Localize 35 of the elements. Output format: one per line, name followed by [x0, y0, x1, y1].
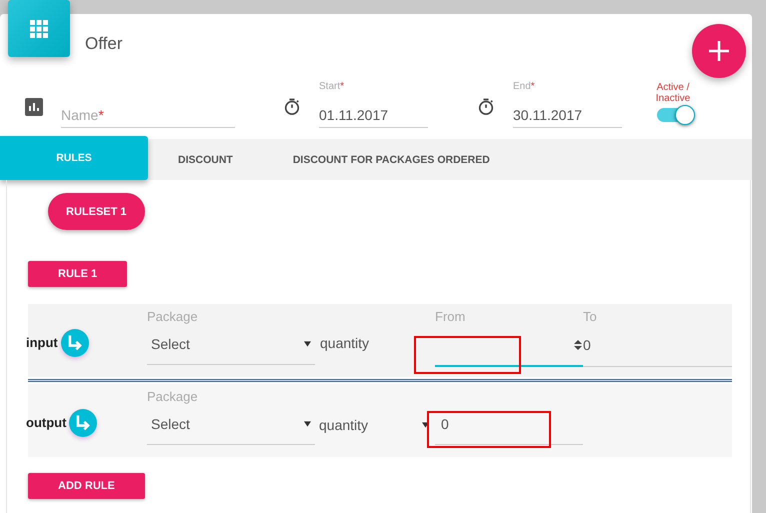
ruleset-button[interactable]: RULESET 1: [48, 193, 145, 230]
stopwatch-icon: [476, 97, 496, 117]
tab[interactable]: DISCOUNT FOR PACKAGES ORDERED: [262, 139, 520, 180]
field-label: End*: [513, 81, 535, 92]
dropdown-caret-icon: [422, 422, 429, 428]
quantity-field[interactable]: 0: [435, 404, 583, 445]
stopwatch-icon: [282, 97, 302, 117]
page-title: Offer: [85, 34, 122, 54]
rule-button[interactable]: RULE 1: [28, 261, 128, 287]
field-label: Package: [147, 389, 199, 404]
row-label: input: [26, 335, 58, 350]
package-select[interactable]: Select: [147, 404, 315, 445]
name-field[interactable]: Name*: [61, 100, 235, 128]
dropdown-caret-icon: [304, 341, 311, 347]
dropdown-caret-icon: [304, 421, 311, 427]
to-field[interactable]: 0: [583, 324, 732, 367]
toggle-label: Active / Inactive: [654, 82, 692, 104]
field-label: Package: [147, 309, 199, 324]
field-label: Start*: [319, 81, 344, 92]
quantity-select[interactable]: quantity: [315, 404, 435, 445]
end-date-field[interactable]: 30.11.2017: [513, 100, 622, 128]
field-label: From: [435, 309, 466, 324]
toggle-switch[interactable]: [657, 108, 693, 122]
quantity-label: quantity: [319, 334, 370, 350]
field-label: To: [583, 309, 598, 324]
tab[interactable]: DISCOUNT: [148, 139, 263, 180]
plus-icon: [707, 39, 731, 63]
spinner-icon[interactable]: [573, 338, 583, 352]
bar-chart-icon: [24, 97, 44, 117]
add-rule-button[interactable]: ADD RULE: [28, 473, 145, 499]
arrow-button-icon[interactable]: [69, 408, 98, 436]
start-date-field[interactable]: 01.11.2017: [319, 100, 428, 128]
row-label: output: [26, 415, 66, 430]
arrow-button-icon[interactable]: [60, 328, 89, 356]
package-select[interactable]: Select: [147, 324, 315, 365]
